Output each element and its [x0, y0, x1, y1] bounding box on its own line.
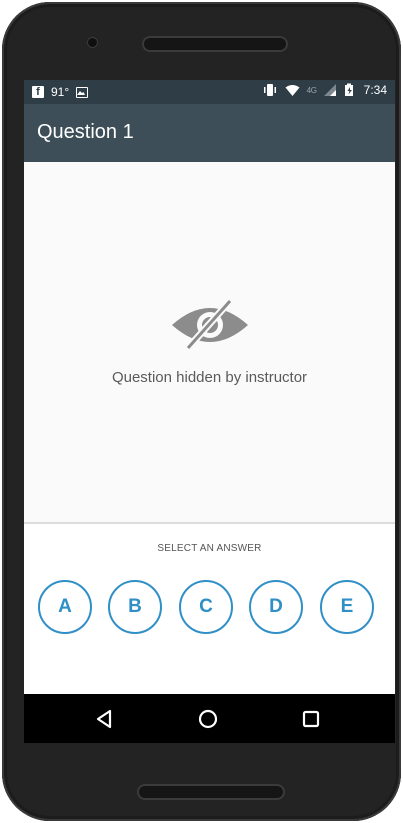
top-speaker	[144, 38, 286, 50]
home-icon[interactable]	[195, 706, 221, 732]
answer-button-b[interactable]: B	[108, 580, 162, 634]
bottom-speaker	[139, 786, 283, 798]
question-content: Question hidden by instructor	[24, 162, 395, 522]
eye-off-icon	[172, 298, 248, 351]
status-left: f 91°	[32, 85, 89, 99]
clock: 7:34	[363, 83, 387, 97]
recents-icon[interactable]	[298, 706, 324, 732]
hidden-message: Question hidden by instructor	[111, 369, 308, 386]
answer-button-c[interactable]: C	[179, 580, 233, 634]
answer-choices: A B C D E	[38, 580, 381, 634]
screen: f 91° 4G 7:34 Question 1 Question hidden…	[24, 80, 395, 743]
answer-panel: SELECT AN ANSWER A B C D E	[24, 524, 395, 694]
status-right: 4G 7:34	[262, 83, 387, 97]
vibrate-icon	[263, 84, 276, 96]
facebook-icon: f	[32, 86, 44, 98]
battery-charging-icon	[344, 83, 353, 96]
select-answer-label: SELECT AN ANSWER	[157, 543, 262, 554]
signal-icon	[323, 84, 336, 96]
network-type: 4G	[306, 85, 317, 95]
answer-button-a[interactable]: A	[38, 580, 92, 634]
image-icon	[76, 86, 89, 98]
wifi-icon	[285, 84, 300, 96]
answer-button-e[interactable]: E	[320, 580, 374, 634]
status-bar: f 91° 4G 7:34	[24, 80, 395, 104]
page-title: Question 1	[37, 121, 134, 143]
answer-button-d[interactable]: D	[249, 580, 303, 634]
navigation-bar	[24, 694, 395, 743]
app-bar: Question 1	[24, 104, 395, 162]
temperature: 91°	[51, 85, 70, 99]
back-icon[interactable]	[92, 706, 118, 732]
front-camera	[88, 38, 97, 47]
